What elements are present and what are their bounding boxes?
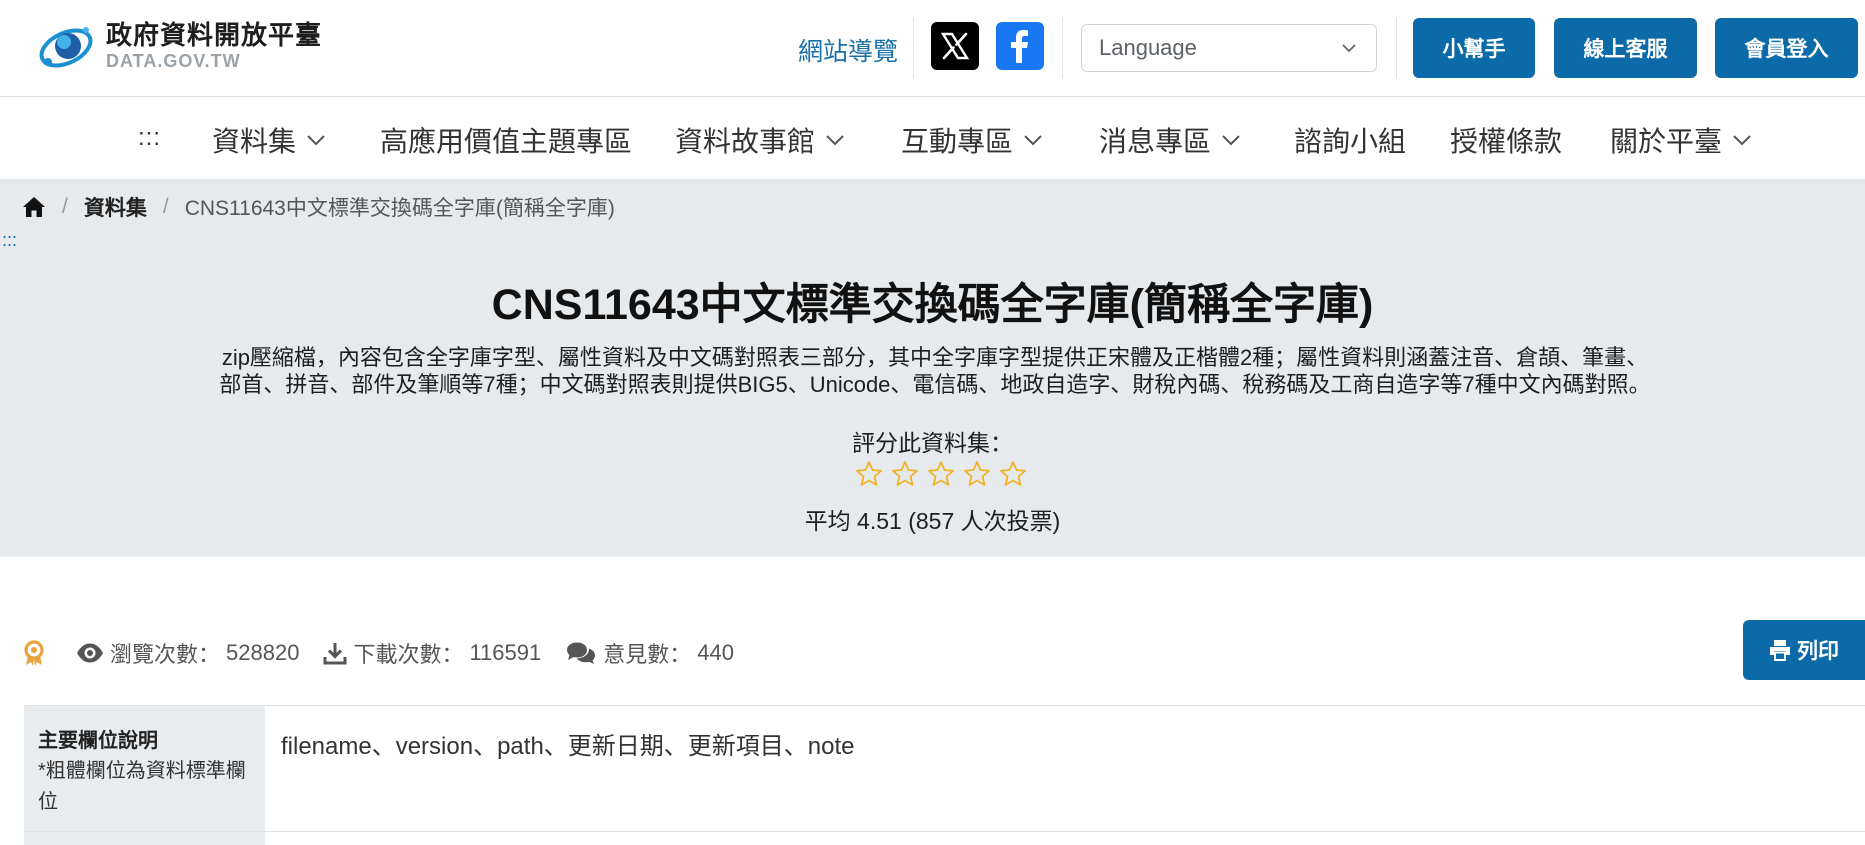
table-row: 主要欄位說明 *粗體欄位為資料標準欄位 filename、version、pat… (24, 706, 1865, 832)
nav-item-label: 互動專區 (901, 126, 1014, 157)
comments-icon (567, 642, 596, 664)
rating-average: 平均 4.51 (857 人次投票) (804, 508, 1061, 534)
language-select-value: Language (1099, 35, 1197, 60)
customer-service-button[interactable]: 線上客服 (1554, 18, 1697, 78)
print-button[interactable]: 列印 (1743, 620, 1865, 680)
breadcrumb-item-datasets[interactable]: 資料集 (84, 192, 147, 222)
star-icon[interactable] (855, 460, 883, 488)
language-select[interactable]: Language (1081, 24, 1377, 72)
content-accesskey[interactable]: ::: (2, 230, 17, 251)
facebook-button[interactable] (996, 22, 1044, 70)
views-stat: 瀏覽次數： 528820 (76, 637, 299, 669)
field-value: filename、version、path、更新日期、更新項目、note (281, 733, 855, 760)
nav-item-label: 消息專區 (1099, 126, 1212, 157)
dataset-description: zip壓縮檔，內容包含全字庫字型、屬性資料及中文碼對照表三部分，其中全字庫字型提… (165, 344, 1705, 398)
chevron-down-icon (1024, 135, 1042, 146)
nav-item-news[interactable]: 消息專區 (1099, 120, 1241, 160)
nav-item-license[interactable]: 授權條款 (1450, 120, 1562, 160)
chevron-down-icon (1342, 44, 1356, 53)
print-label: 列印 (1797, 640, 1839, 663)
star-icon[interactable] (891, 460, 919, 488)
chevron-down-icon (826, 135, 844, 146)
nav-accesskey[interactable]: ::: (138, 124, 161, 152)
facebook-icon (1011, 30, 1028, 63)
badge-stat (22, 639, 52, 667)
comments-stat: 意見數： 440 (565, 637, 734, 669)
star-icon[interactable] (999, 460, 1027, 488)
x-twitter-button[interactable] (931, 22, 979, 70)
views-label: 瀏覽次數： (110, 642, 221, 667)
logo-subtitle: DATA.GOV.TW (106, 51, 241, 71)
nav-item-advisory[interactable]: 諮詢小組 (1294, 120, 1406, 160)
logo-title: 政府資料開放平臺 (106, 20, 323, 50)
home-icon[interactable] (22, 196, 46, 218)
nav-item-label: 授權條款 (1450, 126, 1563, 157)
breadcrumb-item-current: CNS11643中文標準交換碼全字庫(簡稱全字庫) (184, 197, 615, 220)
table-row-header (24, 832, 265, 845)
nav-item-high-value[interactable]: 高應用價值主題專區 (380, 120, 632, 160)
site-header: 政府資料開放平臺 DATA.GOV.TW 網站導覽 Language 小幫手 線… (0, 0, 1865, 97)
site-logo[interactable]: 政府資料開放平臺 DATA.GOV.TW (34, 16, 334, 76)
breadcrumb-separator: / (62, 195, 68, 218)
printer-icon (1770, 640, 1790, 661)
download-icon (323, 643, 347, 665)
nav-item-label: 高應用價值主題專區 (380, 126, 633, 157)
x-icon (940, 32, 970, 60)
chevron-down-icon (1733, 135, 1751, 146)
divider (1396, 18, 1397, 78)
nav-item-data-stories[interactable]: 資料故事館 (675, 120, 845, 160)
award-badge-icon (24, 640, 44, 666)
nav-item-interactive[interactable]: 互動專區 (901, 120, 1043, 160)
eye-icon (77, 643, 103, 663)
dataset-description-line: 部首、拼音、部件及筆順等7種；中文碼對照表則提供BIG5、Unicode、電信碼… (219, 372, 1651, 397)
downloads-count: 116591 (469, 640, 542, 665)
nav-item-datasets[interactable]: 資料集 (212, 120, 326, 160)
sitemap-link[interactable]: 網站導覽 (798, 32, 898, 68)
dataset-stats: 瀏覽次數： 528820 下載次數： 116591 意見數： 440 (22, 637, 758, 669)
nav-item-label: 諮詢小組 (1294, 126, 1407, 157)
nav-item-label: 資料故事館 (675, 126, 816, 157)
chevron-down-icon (307, 135, 325, 146)
comments-label: 意見數： (603, 642, 692, 667)
chevron-down-icon (1222, 135, 1240, 146)
table-row (24, 832, 1865, 845)
comments-count: 440 (697, 640, 734, 665)
field-header-title: 主要欄位說明 (38, 730, 158, 752)
star-icon[interactable] (927, 460, 955, 488)
nav-item-about[interactable]: 關於平臺 (1610, 120, 1752, 160)
dataset-description-line: zip壓縮檔，內容包含全字庫字型、屬性資料及中文碼對照表三部分，其中全字庫字型提… (221, 345, 1649, 370)
breadcrumb-separator: / (162, 195, 169, 218)
dataset-hero: / 資料集 / CNS11643中文標準交換碼全字庫(簡稱全字庫) ::: CN… (0, 180, 1865, 557)
star-icon[interactable] (963, 460, 991, 488)
dataset-info-table: 主要欄位說明 *粗體欄位為資料標準欄位 filename、version、pat… (24, 705, 1865, 845)
nav-item-label: 關於平臺 (1610, 126, 1723, 157)
breadcrumb: / 資料集 / CNS11643中文標準交換碼全字庫(簡稱全字庫) (22, 192, 615, 222)
member-login-button[interactable]: 會員登入 (1715, 18, 1858, 78)
divider (1062, 18, 1063, 78)
downloads-label: 下載次數： (353, 642, 464, 667)
views-count: 528820 (226, 640, 300, 665)
divider (913, 18, 914, 78)
page-title: CNS11643中文標準交換碼全字庫(簡稱全字庫) (491, 281, 1374, 329)
rate-label: 評分此資料集： (852, 430, 1013, 456)
star-rating[interactable] (855, 460, 1027, 488)
field-header-note: *粗體欄位為資料標準欄位 (38, 760, 246, 813)
main-nav: ::: 資料集 高應用價值主題專區 資料故事館 互動專區 消息專區 諮詢小組 授… (0, 98, 1865, 180)
logo-icon (39, 27, 93, 68)
nav-item-label: 資料集 (212, 126, 297, 157)
helper-button[interactable]: 小幫手 (1413, 18, 1535, 78)
downloads-stat: 下載次數： 116591 (323, 637, 541, 669)
table-row-header: 主要欄位說明 *粗體欄位為資料標準欄位 (24, 706, 265, 831)
